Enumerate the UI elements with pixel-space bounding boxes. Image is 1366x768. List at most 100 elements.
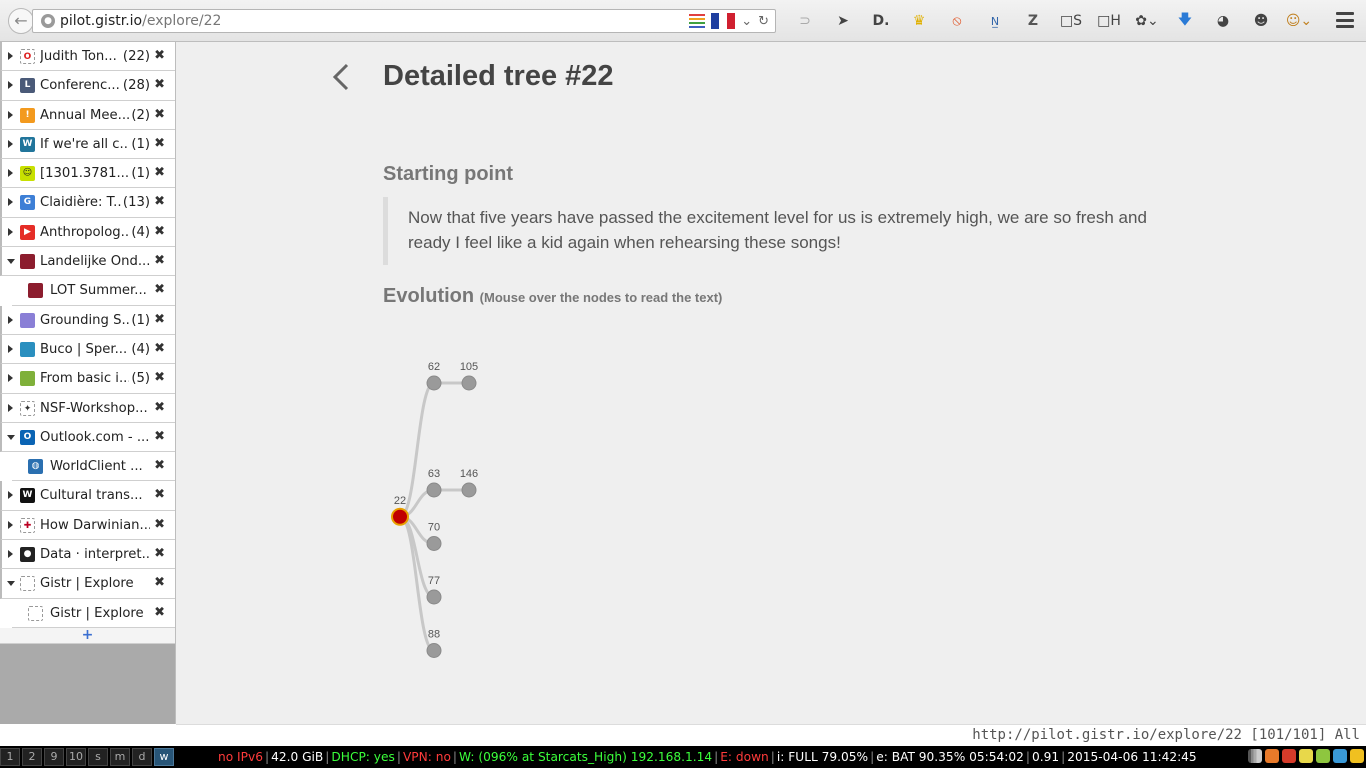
sidebar-tab[interactable]: W Cultural trans... ✖: [0, 481, 175, 511]
select-h-icon[interactable]: □H: [1090, 13, 1128, 29]
expand-triangle-icon[interactable]: [8, 52, 13, 60]
close-tab-icon[interactable]: ✖: [154, 282, 165, 297]
close-tab-icon[interactable]: ✖: [154, 605, 165, 620]
sidebar-tab[interactable]: W If we're all c... (1) ✖: [0, 129, 175, 160]
readability-icon[interactable]: [689, 14, 706, 28]
bug-icon[interactable]: ✿⌄: [1128, 13, 1166, 29]
tree-root-node[interactable]: [391, 507, 409, 526]
close-tab-icon[interactable]: ✖: [154, 370, 165, 385]
workspace-button[interactable]: w: [154, 748, 174, 766]
expand-triangle-icon[interactable]: [8, 374, 13, 383]
sidebar-tab[interactable]: O Judith Ton... (22) ✖: [0, 42, 175, 72]
sync-icon[interactable]: ◕: [1204, 13, 1242, 29]
close-tab-icon[interactable]: ✖: [154, 400, 165, 415]
collapse-triangle-icon[interactable]: [7, 434, 15, 440]
sidebar-tab[interactable]: LOT Summer... ✖: [12, 276, 175, 306]
close-tab-icon[interactable]: ✖: [154, 575, 165, 590]
sidebar-tab[interactable]: ☺ [1301.3781... (1) ✖: [0, 159, 175, 189]
close-tab-icon[interactable]: ✖: [154, 546, 165, 561]
expand-triangle-icon[interactable]: [8, 169, 13, 178]
collapse-triangle-icon[interactable]: [7, 581, 15, 587]
close-tab-icon[interactable]: ✖: [154, 341, 165, 356]
signal-icon[interactable]: [1248, 749, 1262, 763]
workspace-button[interactable]: 9: [44, 748, 64, 766]
expand-triangle-icon[interactable]: [8, 491, 13, 500]
close-tab-icon[interactable]: ✖: [154, 458, 165, 473]
close-tab-icon[interactable]: ✖: [154, 48, 165, 63]
sidebar-tab[interactable]: Landelijke Ond... ✖: [0, 247, 175, 277]
close-tab-icon[interactable]: ✖: [154, 517, 165, 532]
collapse-triangle-icon[interactable]: [7, 259, 15, 265]
download-icon[interactable]: 🡇: [1166, 9, 1204, 33]
tree-node[interactable]: [426, 589, 442, 605]
send-icon[interactable]: ➤: [824, 13, 862, 29]
mail-icon[interactable]: [1299, 749, 1313, 763]
block-icon[interactable]: ⦸: [938, 13, 976, 29]
workspace-button[interactable]: 1: [0, 748, 20, 766]
sidebar-tab[interactable]: ▶ Anthropolog... (4) ✖: [0, 217, 175, 248]
sidebar-tab[interactable]: ✚ How Darwinian... ✖: [0, 510, 175, 541]
expand-triangle-icon[interactable]: [8, 198, 13, 207]
tree-node[interactable]: [461, 482, 477, 498]
close-tab-icon[interactable]: ✖: [154, 312, 165, 327]
expand-triangle-icon[interactable]: [8, 344, 13, 353]
sidebar-tab[interactable]: Grounding S... (1) ✖: [0, 305, 175, 335]
workspace-button[interactable]: d: [132, 748, 152, 766]
chat-icon[interactable]: ☻: [1242, 13, 1280, 29]
expand-triangle-icon[interactable]: [8, 403, 13, 412]
sidebar-tab[interactable]: Gistr | Explore ✖: [0, 569, 175, 599]
sidebar-tab[interactable]: Buco | Sper... (4) ✖: [0, 334, 175, 365]
workspace-button[interactable]: m: [110, 748, 130, 766]
d-extension-icon[interactable]: D.: [862, 13, 900, 29]
sidebar-tab[interactable]: G Claidière: T... (13) ✖: [0, 188, 175, 218]
workspace-button[interactable]: 10: [66, 748, 86, 766]
tray-app-icon[interactable]: [1265, 749, 1279, 763]
notes-icon[interactable]: N̲: [976, 15, 1014, 28]
close-tab-icon[interactable]: ✖: [154, 136, 165, 151]
close-tab-icon[interactable]: ✖: [154, 429, 165, 444]
dropdown-icon[interactable]: ⌄: [741, 14, 752, 29]
sidebar-tab[interactable]: ✦ NSF-Workshop... ✖: [0, 393, 175, 423]
tray-app-icon[interactable]: [1350, 749, 1364, 763]
zotero-icon[interactable]: Z: [1014, 13, 1052, 29]
reload-icon[interactable]: ↻: [758, 14, 769, 29]
workspace-button[interactable]: 2: [22, 748, 42, 766]
workspace-button[interactable]: s: [88, 748, 108, 766]
rss-icon[interactable]: ⊃: [786, 13, 824, 29]
expand-triangle-icon[interactable]: [8, 550, 13, 559]
language-flag-icon[interactable]: [711, 13, 736, 29]
expand-triangle-icon[interactable]: [8, 520, 13, 529]
select-s-icon[interactable]: □S: [1052, 13, 1090, 29]
crown-icon[interactable]: ♛: [900, 13, 938, 29]
expand-triangle-icon[interactable]: [8, 110, 13, 119]
tree-node[interactable]: [426, 482, 442, 498]
sidebar-tab[interactable]: From basic i... (5) ✖: [0, 364, 175, 394]
close-tab-icon[interactable]: ✖: [154, 487, 165, 502]
close-tab-icon[interactable]: ✖: [154, 107, 165, 122]
close-tab-icon[interactable]: ✖: [154, 194, 165, 209]
new-tab-button[interactable]: +: [0, 627, 175, 644]
expand-triangle-icon[interactable]: [8, 227, 13, 236]
close-tab-icon[interactable]: ✖: [154, 224, 165, 239]
tray-app-icon[interactable]: [1333, 749, 1347, 763]
sidebar-tab[interactable]: Gistr | Explore ✖: [12, 598, 175, 628]
tree-node[interactable]: [426, 536, 442, 551]
expand-triangle-icon[interactable]: [8, 81, 13, 90]
sidebar-tab[interactable]: ● Data · interpret... ✖: [0, 540, 175, 570]
close-tab-icon[interactable]: ✖: [154, 77, 165, 92]
close-tab-icon[interactable]: ✖: [154, 165, 165, 180]
back-chevron-icon[interactable]: [330, 62, 352, 92]
sidebar-tab[interactable]: ! Annual Mee... (2) ✖: [0, 100, 175, 130]
profile-icon[interactable]: ☺⌄: [1280, 13, 1318, 29]
close-tab-icon[interactable]: ✖: [154, 253, 165, 268]
tree-node[interactable]: [461, 375, 477, 391]
tray-app-icon[interactable]: [1316, 749, 1330, 763]
sidebar-tab[interactable]: ◍ WorldClient ... ✖: [12, 452, 175, 482]
url-bar[interactable]: ● pilot.gistr.io/explore/22 ⌄ ↻: [32, 9, 776, 33]
expand-triangle-icon[interactable]: [8, 139, 13, 148]
tree-node[interactable]: [426, 375, 442, 391]
browser-back-button[interactable]: ←: [8, 8, 34, 34]
sidebar-tab[interactable]: L Conferenc... (28) ✖: [0, 71, 175, 101]
expand-triangle-icon[interactable]: [8, 315, 13, 324]
tray-app-icon[interactable]: [1282, 749, 1296, 763]
